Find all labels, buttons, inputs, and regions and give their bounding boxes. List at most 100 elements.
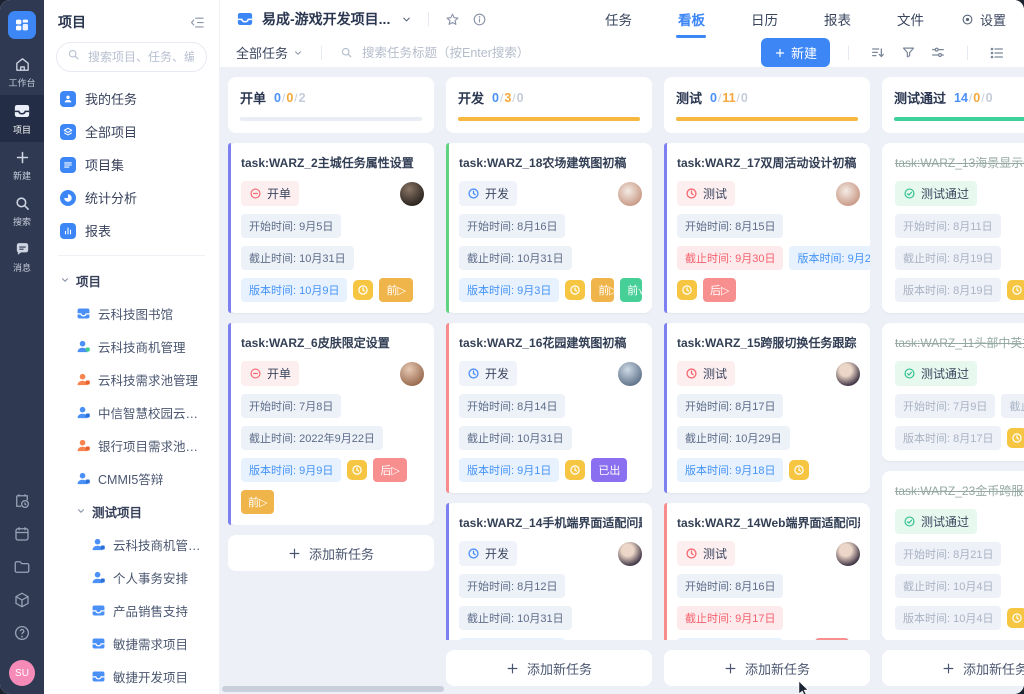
filter-label: 全部任务 [236,43,288,62]
package-icon[interactable] [13,591,31,609]
column-counts: 0/11/0 [710,89,748,107]
date-pill: 开始时间: 7月8日 [241,394,341,418]
task-search-input[interactable] [360,45,753,61]
project-label: 云科技图书馆 [98,304,173,323]
add-task-button[interactable]: 添加新任务 [664,650,870,686]
sidebar-project[interactable]: 银行项目需求池管理 [44,429,219,462]
sidebar-project[interactable]: 中信智慧校园云平台 [44,396,219,429]
task-card[interactable]: task:WARZ_16花园建筑图初稿开发开始时间: 8月14日截止时间: 10… [446,323,652,493]
divider [321,46,322,60]
schedule-icon[interactable] [13,492,31,510]
status-badge: 测试 [677,361,735,386]
sidebar-project[interactable]: 个人事务安排 [44,561,219,594]
app-logo[interactable] [8,11,36,39]
clock-badge [1007,280,1024,300]
settings-button[interactable]: 设置 [960,10,1006,29]
card-meta-row: 版本时间: 10月4日 [895,606,1024,630]
task-card[interactable]: task:WARZ_2主城任务属性设置开单开始时间: 9月5日截止时间: 10月… [228,143,434,313]
project-section-header[interactable]: 项目 [44,264,219,297]
status-icon [249,187,262,200]
status-icon [903,187,916,200]
date-pill: 截止时间: 10月31日 [459,606,572,630]
list-view-button[interactable] [986,42,1008,64]
collapse-sidebar-icon[interactable] [190,15,205,30]
sidebar-search-input[interactable] [86,49,196,65]
sidebar-project[interactable]: 云科技图书馆 [44,297,219,330]
rail-item-messages[interactable]: 消息 [0,234,44,280]
card-meta-row: 截止时间: 10月31日 [241,246,424,270]
filter-button[interactable] [897,42,919,64]
add-task-button[interactable]: 添加新任务 [446,650,652,686]
tab-task[interactable]: 任务 [605,0,632,38]
star-icon[interactable] [445,12,460,27]
sidebar: 项目 我的任务 全部项目 项目集 统计分析 报表 项 [44,0,220,694]
help-icon[interactable] [13,624,31,642]
sidebar-project[interactable]: 云科技需求池管理 [44,363,219,396]
sidebar-item-label: 统计分析 [85,188,137,207]
sidebar-search[interactable] [56,42,207,72]
status-icon [467,367,480,380]
rail-item-search[interactable]: 搜索 [0,188,44,234]
rail-item-workbench[interactable]: 工作台 [0,49,44,95]
date-pill: 截止时间: 10月31日 [459,426,572,450]
rail-item-create[interactable]: 新建 [0,142,44,188]
settings-label: 设置 [980,10,1006,29]
sort-button[interactable] [867,42,889,64]
column-header[interactable]: 开单0/0/2 [228,77,434,133]
task-card[interactable]: task:WARZ_18农场建筑图初稿开发开始时间: 8月16日截止时间: 10… [446,143,652,313]
chevron-down-icon[interactable] [401,14,412,25]
page-title[interactable]: 易成-游戏开发项目... [262,9,390,29]
rail-item-label: 搜索 [13,215,31,228]
status-badge: 测试通过 [895,509,977,534]
project-group[interactable]: 测试项目 [44,495,219,528]
sidebar-project[interactable]: 云科技商机管理1 [44,528,219,561]
sidebar-project[interactable]: 敏捷开发项目 [44,660,219,693]
calendar-icon[interactable] [13,525,31,543]
sidebar-item-my-tasks[interactable]: 我的任务 [44,82,219,115]
task-card[interactable]: task:WARZ_13海景显示任务测试通过开始时间: 8月11日截止时间: 8… [882,143,1024,313]
folder-icon[interactable] [13,558,31,576]
sidebar-item-project-sets[interactable]: 项目集 [44,148,219,181]
rail-item-projects[interactable]: 项目 [0,95,44,142]
sidebar-item-statistics[interactable]: 统计分析 [44,181,219,214]
tag-badge: 已出 [591,458,627,482]
tab-report[interactable]: 报表 [824,0,851,38]
column-header[interactable]: 测试0/11/0 [664,77,870,133]
tab-board[interactable]: 看板 [678,0,705,38]
status-badge: 测试 [677,541,735,566]
sidebar-item-all-projects[interactable]: 全部项目 [44,115,219,148]
info-icon[interactable] [472,12,487,27]
tab-file[interactable]: 文件 [897,0,924,38]
project-tray-icon [76,306,91,321]
tune-button[interactable] [927,42,949,64]
add-task-button[interactable]: 添加新任务 [882,650,1024,686]
task-card[interactable]: task:WARZ_6皮肤限定设置开单开始时间: 7月8日截止时间: 2022年… [228,323,434,525]
clock-badge [1007,608,1024,628]
task-card[interactable]: task:WARZ_14手机端界面适配问题处理开发开始时间: 8月12日截止时间… [446,503,652,640]
column-header[interactable]: 测试通过14/0/0 [882,77,1024,133]
task-card[interactable]: task:WARZ_23金币跨服使测试通过开始时间: 8月21日截止时间: 10… [882,471,1024,640]
task-card[interactable]: task:WARZ_15跨服切换任务跟踪测试开始时间: 8月17日截止时间: 1… [664,323,870,493]
sidebar-project[interactable]: CMMI5答辩 [44,462,219,495]
task-filter-dropdown[interactable]: 全部任务 [236,43,303,62]
sidebar-item-reports[interactable]: 报表 [44,214,219,247]
user-avatar[interactable]: SU [9,660,35,686]
sidebar-project[interactable]: 云科技商机管理 [44,330,219,363]
pie-chart-icon [60,190,76,206]
sidebar-project[interactable]: 产品销售支持 [44,594,219,627]
kanban-board: 开单0/0/2 task:WARZ_2主城任务属性设置开单开始时间: 9月5日截止… [220,68,1024,694]
tab-calendar[interactable]: 日历 [751,0,778,38]
task-card[interactable]: task:WARZ_11头部中英文对测试通过开始时间: 7月9日截止时间:版本时… [882,323,1024,461]
date-pill: 开始时间: 8月11日 [895,214,1001,238]
column-header[interactable]: 开发0/3/0 [446,77,652,133]
horizontal-scrollbar[interactable] [222,686,444,692]
avatar [618,182,642,206]
add-task-button[interactable]: 添加新任务 [228,535,434,571]
task-card[interactable]: task:WARZ_14Web端界面适配问题处理测试开始时间: 8月16日截止时… [664,503,870,640]
version-pill: 版本时间: 8月17日 [895,426,1001,450]
sidebar-project[interactable]: 敏捷需求项目 [44,627,219,660]
new-task-button[interactable]: 新建 [761,38,830,67]
task-card[interactable]: task:WARZ_17双周活动设计初稿测试开始时间: 8月15日截止时间: 9… [664,143,870,313]
chat-bubble-icon [14,241,31,258]
version-pill: 版本时间: 9月9日 [241,458,341,482]
